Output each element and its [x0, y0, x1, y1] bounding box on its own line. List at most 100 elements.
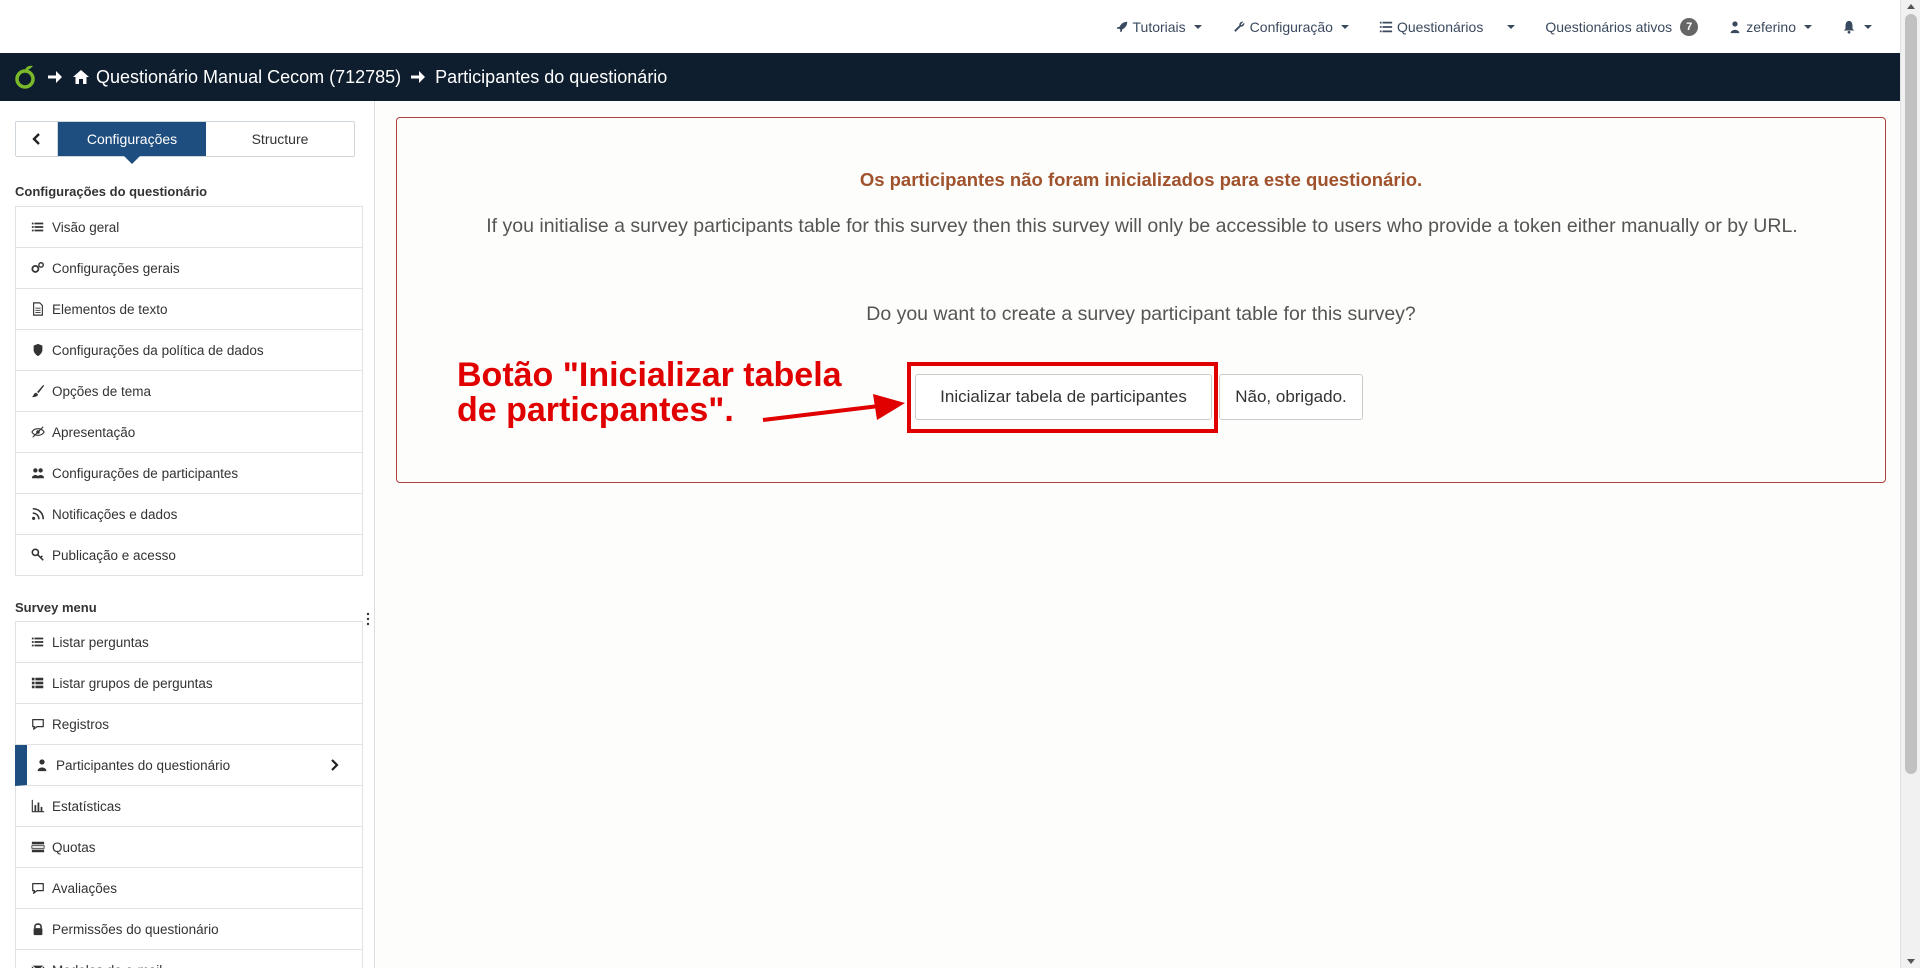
user-icon	[37, 759, 47, 772]
sidebar: Configurações Structure Configurações do…	[0, 101, 375, 968]
settings-menu-item[interactable]: Publicação e acesso	[15, 535, 363, 576]
survey-menu-item-label: Listar grupos de perguntas	[52, 675, 213, 691]
config-menu[interactable]: Configuração	[1232, 19, 1349, 35]
active-surveys-label: Questionários ativos	[1545, 18, 1673, 35]
caret-down-icon	[1193, 24, 1202, 29]
breadcrumb-current-page: Participantes do questionário	[435, 67, 667, 88]
breadcrumb-survey-label: Questionário Manual Cecom (712785)	[96, 66, 402, 87]
caret-down-icon	[1804, 24, 1812, 29]
survey-menu-list: Listar perguntas Listar grupos de pergunt…	[15, 621, 363, 968]
rss-icon	[32, 507, 45, 520]
sidebar-tabs: Configurações Structure	[15, 121, 355, 164]
survey-menu-item[interactable]: Listar grupos de perguntas	[15, 663, 363, 704]
eye-slash-icon	[31, 426, 45, 438]
annotation-highlight-box	[907, 362, 1218, 433]
scroll-up-icon[interactable]	[1907, 4, 1915, 9]
breadcrumb-survey-link[interactable]: Questionário Manual Cecom (712785)	[72, 67, 401, 88]
caret-down-icon	[1340, 24, 1349, 29]
top-navbar: Tutoriais Configuração Questionários Que…	[0, 0, 1900, 53]
settings-menu-item-label: Configurações da política de dados	[52, 342, 264, 358]
active-surveys-link[interactable]: Questionários ativos 7	[1545, 17, 1699, 36]
tasks-icon	[31, 841, 45, 853]
chevron-right-icon	[331, 759, 339, 771]
scrollbar-thumb[interactable]	[1905, 14, 1917, 774]
page-scrollbar[interactable]	[1900, 0, 1920, 968]
description-text: If you initialise a survey participants …	[486, 215, 1798, 237]
settings-menu-item[interactable]: Configurações gerais	[15, 248, 363, 289]
settings-menu-item[interactable]: Visão geral	[15, 207, 363, 248]
limesurvey-logo-icon[interactable]	[12, 63, 40, 91]
survey-menu-item-label: Modelos de e-mail	[52, 963, 162, 968]
surveys-menu[interactable]: Questionários	[1379, 18, 1516, 35]
settings-menu-item-label: Visão geral	[52, 219, 120, 235]
survey-menu-item[interactable]: Estatísticas	[15, 786, 363, 827]
user-menu[interactable]: zeferino	[1728, 19, 1812, 35]
wrench-icon	[1233, 21, 1245, 32]
survey-menu-item-label: Participantes do questionário	[56, 757, 231, 773]
settings-menu-item[interactable]: Apresentação	[15, 412, 363, 453]
lock-icon	[33, 923, 43, 936]
sidebar-collapse-button[interactable]	[16, 122, 58, 156]
rocket-icon	[1116, 21, 1127, 32]
arrow-right-icon	[411, 71, 426, 83]
settings-menu-list: Visão geral Configurações gerais Elementos…	[15, 206, 363, 576]
chevron-left-icon	[31, 133, 40, 145]
no-thanks-button[interactable]: Não, obrigado.	[1219, 374, 1363, 420]
tutorials-menu[interactable]: Tutoriais	[1115, 19, 1202, 35]
settings-menu-item-label: Configurações de participantes	[52, 465, 239, 481]
envelope-icon	[31, 965, 45, 968]
user-label: zeferino	[1746, 18, 1796, 35]
survey-menu-item-label: Permissões do questionário	[52, 921, 219, 937]
question-text: Do you want to create a survey participa…	[866, 303, 1416, 325]
config-label: Configuração	[1249, 18, 1333, 35]
key-icon	[31, 548, 44, 561]
bell-icon	[1843, 20, 1855, 34]
surveys-label: Questionários	[1396, 18, 1484, 35]
settings-menu-item[interactable]: Configurações da política de dados	[15, 330, 363, 371]
survey-menu-item[interactable]: Quotas	[15, 827, 363, 868]
survey-menu-item-label: Registros	[52, 716, 110, 732]
settings-menu-item-label: Opções de tema	[52, 383, 152, 399]
list-icon	[31, 637, 44, 647]
file-text-icon	[33, 302, 43, 316]
settings-menu-item[interactable]: Opções de tema	[15, 371, 363, 412]
participants-not-initialized-panel: Os participantes não foram inicializados…	[396, 117, 1886, 483]
breadcrumb: Questionário Manual Cecom (712785) Parti…	[0, 53, 1900, 101]
home-icon	[73, 70, 89, 84]
settings-menu-item-label: Apresentação	[52, 424, 136, 440]
settings-menu-item[interactable]: Elementos de texto	[15, 289, 363, 330]
survey-menu-item[interactable]: Listar perguntas	[15, 622, 363, 663]
settings-menu-item[interactable]: Notificações e dados	[15, 494, 363, 535]
settings-menu-item[interactable]: Configurações de participantes	[15, 453, 363, 494]
survey-menu-item-label: Listar perguntas	[52, 634, 149, 650]
survey-menu-item[interactable]: Avaliações	[15, 868, 363, 909]
survey-menu-item[interactable]: Modelos de e-mail	[15, 950, 363, 968]
tab-structure[interactable]: Structure	[206, 122, 354, 156]
scroll-down-icon[interactable]	[1907, 959, 1915, 964]
bar-chart-icon	[31, 799, 45, 813]
users-icon	[31, 468, 45, 479]
caret-down-icon[interactable]	[1507, 24, 1516, 29]
survey-menu-item-label: Estatísticas	[52, 798, 122, 814]
active-surveys-count-badge: 7	[1680, 17, 1699, 36]
user-icon	[1730, 20, 1740, 33]
settings-menu-item-label: Configurações gerais	[52, 260, 180, 276]
survey-menu-item-label: Quotas	[52, 839, 96, 855]
survey-menu-item[interactable]: Participantes do questionário	[15, 745, 363, 786]
comment-icon	[32, 883, 44, 894]
settings-menu-item-label: Elementos de texto	[52, 301, 168, 317]
annotation-arrow-icon	[762, 394, 905, 422]
tutorials-label: Tutoriais	[1132, 18, 1186, 35]
survey-menu-item[interactable]: Registros	[15, 704, 363, 745]
notifications-menu[interactable]	[1842, 20, 1872, 34]
arrow-right-icon	[48, 71, 62, 83]
breadcrumb-page-label: Participantes do questionário	[435, 66, 668, 87]
sidebar-resize-handle[interactable]	[366, 612, 370, 626]
settings-section-title: Configurações do questionário	[15, 184, 208, 199]
comment-icon	[32, 719, 44, 730]
gears-icon	[31, 262, 44, 273]
survey-menu-item[interactable]: Permissões do questionário	[15, 909, 363, 950]
tab-settings[interactable]: Configurações	[58, 122, 206, 164]
caret-down-icon	[1864, 24, 1872, 29]
th-list-icon	[31, 677, 44, 689]
